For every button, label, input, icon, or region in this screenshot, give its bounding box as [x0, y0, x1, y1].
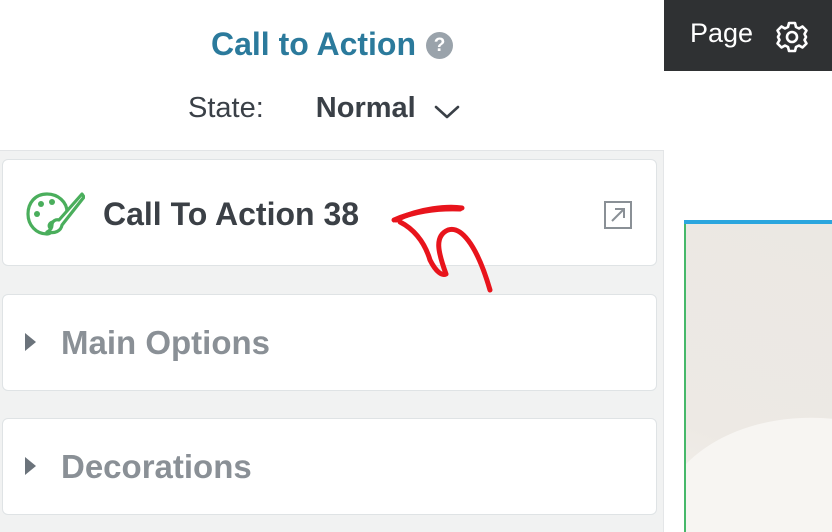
block-card[interactable]: Call To Action 38: [2, 159, 657, 266]
section-label: Decorations: [61, 448, 252, 485]
help-icon[interactable]: ?: [426, 32, 454, 59]
block-name: Call To Action 38: [103, 196, 360, 232]
canvas-preview-image[interactable]: [684, 224, 832, 532]
panel-title: Call to Action: [210, 26, 417, 62]
panel-header: Call to Action ? State: Normal: [0, 0, 664, 151]
canvas-shape: [686, 417, 832, 532]
caret-right-icon: [25, 457, 36, 475]
section-main-options[interactable]: Main Options: [2, 294, 657, 391]
title-row: Call to Action ?: [0, 26, 664, 63]
state-selector[interactable]: State: Normal: [188, 92, 460, 125]
section-label: Main Options: [61, 324, 270, 361]
section-decorations[interactable]: Decorations: [2, 418, 657, 515]
caret-right-icon: [25, 333, 36, 351]
page-tab[interactable]: Page: [690, 18, 753, 49]
state-label: State:: [188, 92, 264, 124]
block-settings-panel: Call to Action ? State: Normal Call To A…: [0, 0, 664, 532]
annotation-arrow: [391, 204, 493, 293]
editor-topbar: Page: [664, 0, 832, 71]
palette-icon: [26, 192, 85, 236]
external-link-icon[interactable]: [603, 200, 633, 230]
chevron-down-icon[interactable]: [434, 104, 460, 120]
gear-icon[interactable]: [775, 20, 809, 54]
state-value[interactable]: Normal: [316, 92, 416, 125]
